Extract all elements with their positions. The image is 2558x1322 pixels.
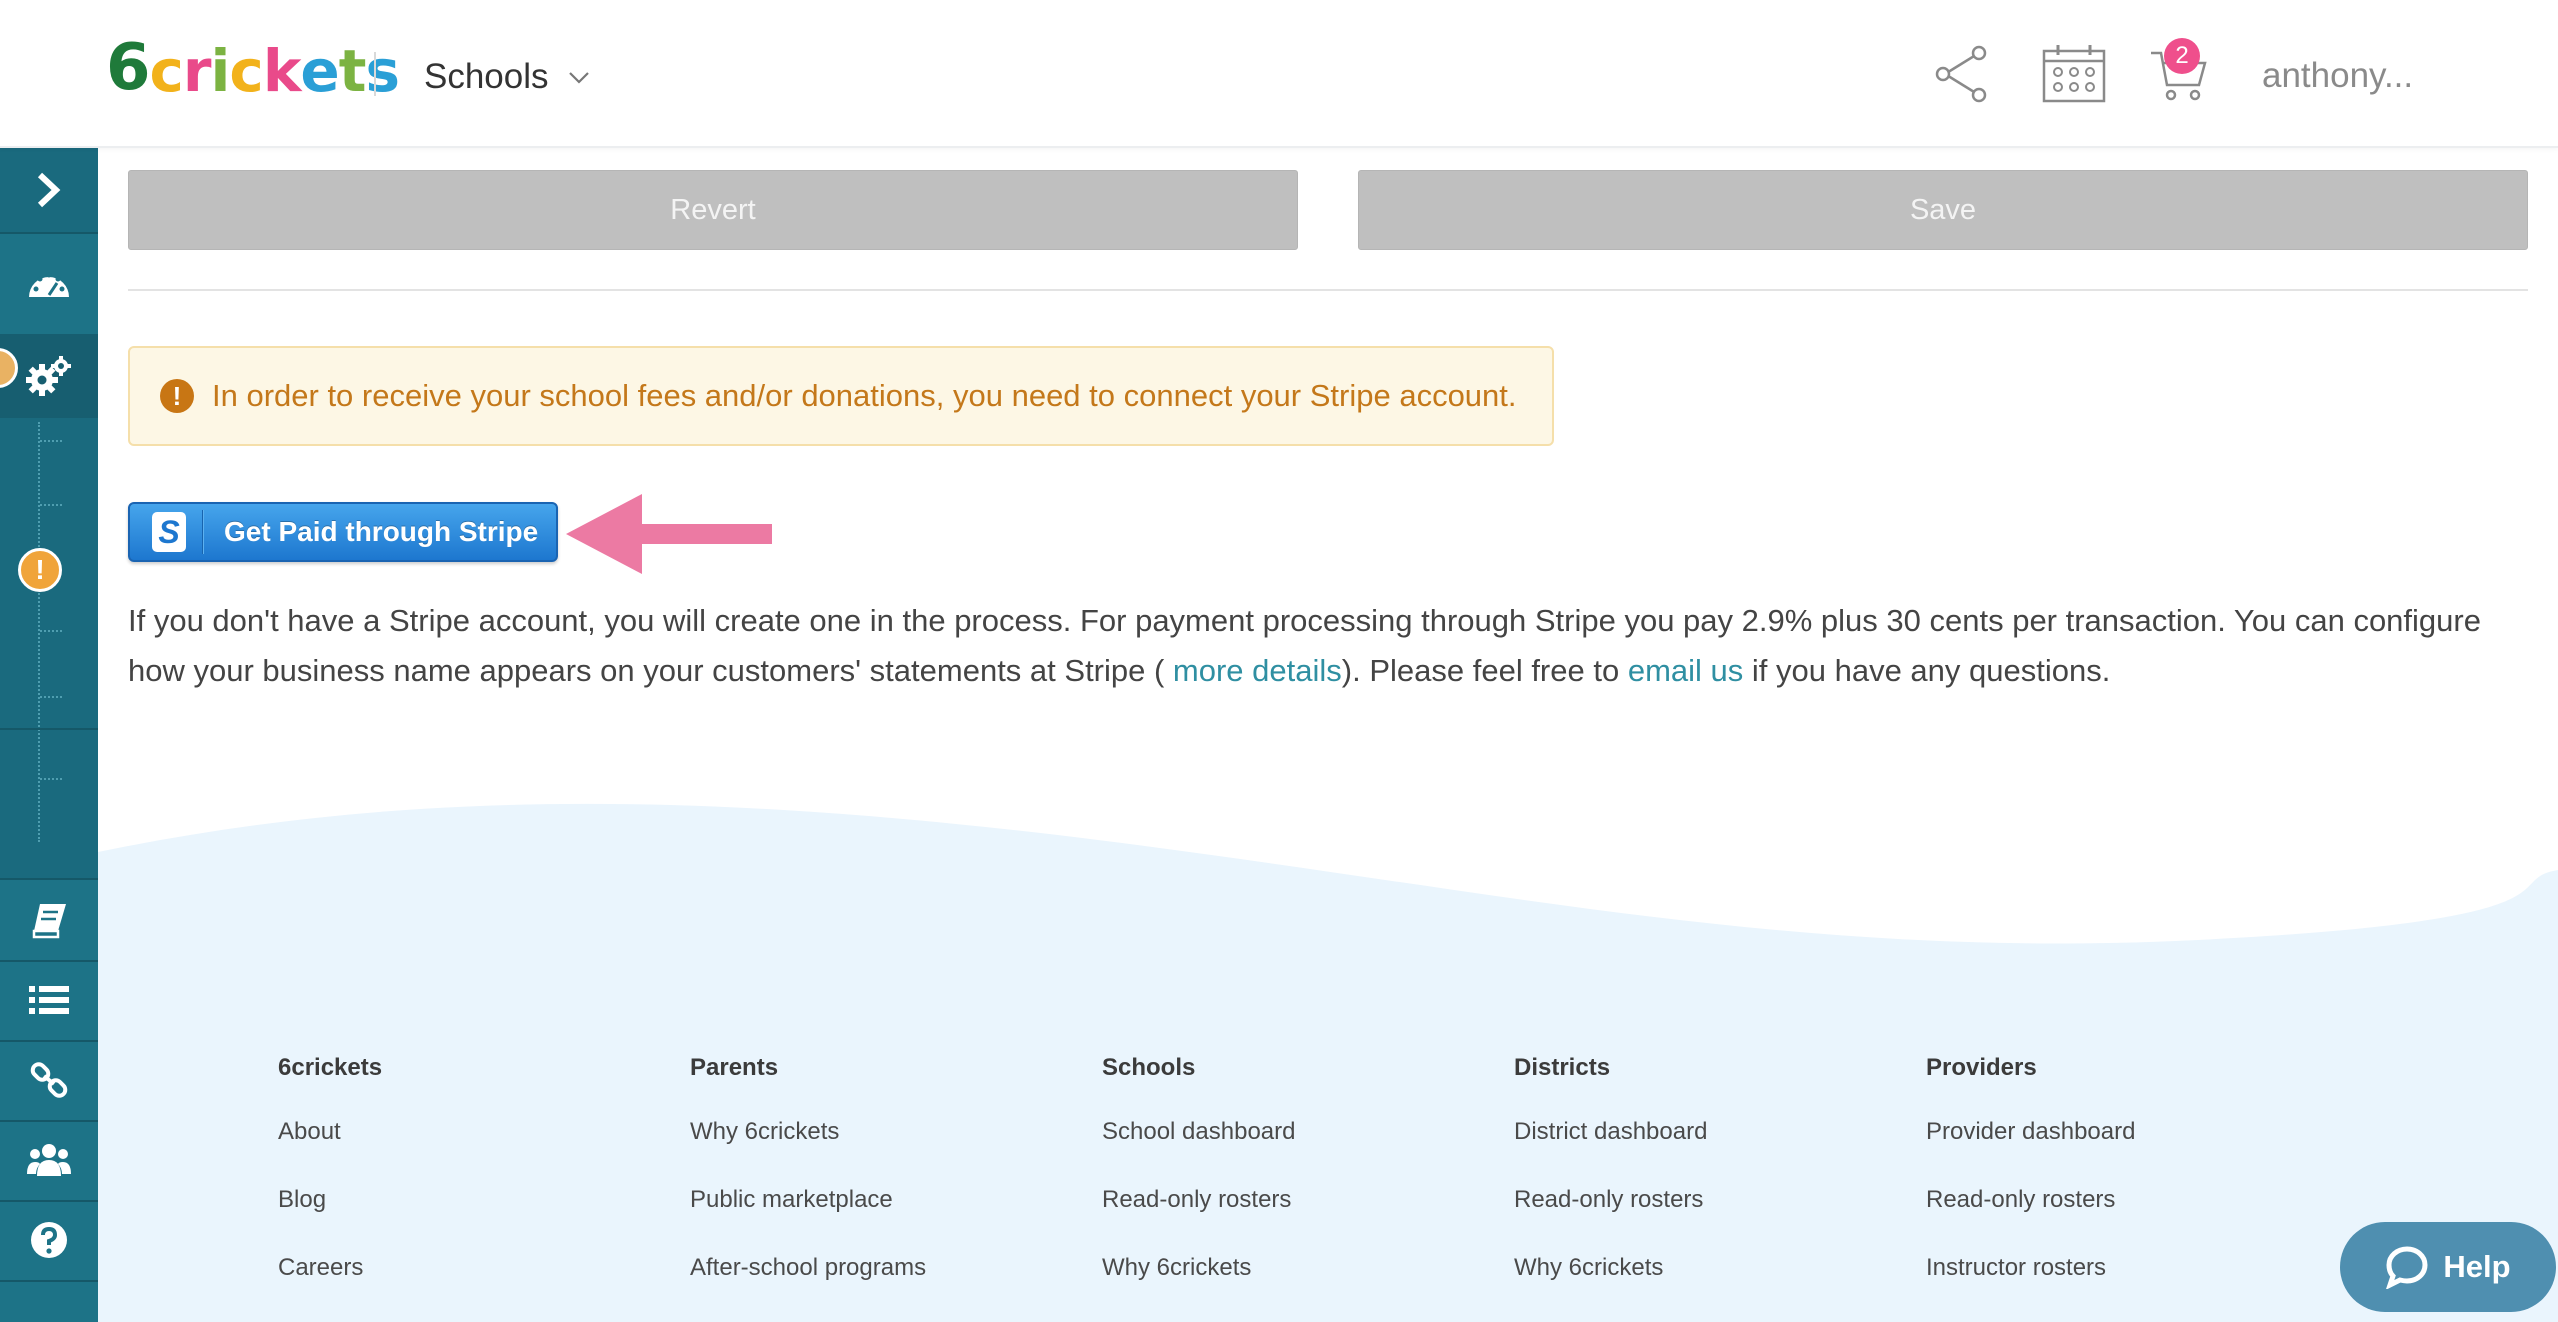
stripe-logo-icon: S [152,512,186,552]
sidebar-toggle[interactable] [0,148,98,232]
book-icon [32,904,66,939]
top-header: 6crickets Schools 2 anthony... [0,0,2558,148]
subnav-branch [40,440,62,442]
footer-column: 6crickets About Blog Careers [278,1054,382,1302]
sidebar-divider [0,1280,98,1282]
footer-heading: 6crickets [278,1054,383,1081]
more-details-link[interactable]: more details [1173,653,1342,688]
logo-letter: e [300,37,339,105]
stripe-warning-alert: ! In order to receive your school fees a… [128,346,1554,446]
sidebar-item-links[interactable] [0,1042,98,1118]
subnav-branch [40,778,62,780]
footer-heading: Districts [1514,1054,1611,1081]
footer-link[interactable]: District dashboard [1514,1098,1707,1166]
footer-link[interactable]: Read-only rosters [1102,1166,1295,1234]
left-sidebar: ! [0,148,98,1322]
brand-logo[interactable]: 6crickets [106,31,400,105]
subnav-alert-icon[interactable]: ! [18,548,62,592]
sidebar-item-help[interactable] [0,1202,98,1278]
info-text-part: if you have any questions. [1743,653,2111,688]
footer-column: Schools School dashboard Read-only rosters… [1102,1054,1295,1302]
logo-letter: s [365,37,400,105]
logo-letter: t [338,37,367,105]
settings-icon [26,356,71,396]
subnav-branch [40,630,62,632]
footer-link[interactable]: Why 6crickets [1102,1234,1295,1302]
user-menu[interactable]: anthony... [2262,56,2413,96]
context-dropdown[interactable]: Schools [424,52,591,102]
footer-link[interactable]: Read-only rosters [1926,1166,2135,1234]
email-us-link[interactable]: email us [1628,653,1743,688]
share-icon[interactable] [1928,40,1996,108]
sidebar-item-dashboard[interactable] [0,244,98,320]
subnav-branch [40,504,62,506]
help-icon [31,1222,67,1258]
footer-link[interactable]: Why 6crickets [690,1098,926,1166]
footer-link[interactable]: Provider dashboard [1926,1098,2135,1166]
logo-letter: r [182,37,212,105]
chat-bubble-icon [2386,1246,2428,1289]
footer-link[interactable]: Blog [278,1166,382,1234]
link-icon [30,1062,68,1098]
chevron-right-icon [37,172,61,208]
save-button[interactable]: Save [1358,170,2528,250]
section-divider [128,289,2528,291]
sidebar-item-list[interactable] [0,962,98,1038]
footer-column: Providers Provider dashboard Read-only ros… [1926,1054,2135,1302]
stripe-info-text: If you don't have a Stripe account, you … [128,596,2528,696]
sidebar-item-programs[interactable] [0,882,98,958]
footer-background [98,803,2558,1322]
footer-link[interactable]: Instructor rosters [1926,1234,2135,1302]
footer-heading: Schools [1102,1054,1196,1081]
logo-letter: c [149,37,184,105]
exclamation-icon: ! [160,379,194,413]
subnav-branch [40,696,62,698]
header-divider [374,52,376,96]
dashboard-icon [29,272,69,297]
stripe-button-label: Get Paid through Stripe [224,516,539,547]
list-icon [29,986,69,1014]
footer-link[interactable]: About [278,1098,382,1166]
footer-link[interactable]: Read-only rosters [1514,1166,1707,1234]
help-chat-button[interactable]: Help [2340,1222,2556,1312]
footer-link[interactable]: Public marketplace [690,1166,926,1234]
stripe-connect-button[interactable]: S Get Paid through Stripe [128,502,558,562]
sidebar-divider [0,728,98,730]
users-icon [27,1144,71,1176]
footer-column: Districts District dashboard Read-only ros… [1514,1054,1707,1302]
footer-heading: Providers [1926,1054,2037,1081]
footer-heading: Parents [690,1054,779,1081]
info-text-part: ). Please feel free to [1341,653,1628,688]
help-label: Help [2443,1249,2511,1284]
footer-link[interactable]: After-school programs [690,1234,926,1302]
logo-letter: k [262,37,302,105]
footer-link[interactable]: Careers [278,1234,382,1302]
context-label: Schools [424,57,549,96]
cart-count-badge: 2 [2164,38,2200,74]
sidebar-divider [0,232,98,234]
stripe-button-divider [202,510,204,554]
alert-message: In order to receive your school fees and… [212,378,1517,413]
footer-link[interactable]: School dashboard [1102,1098,1295,1166]
sidebar-item-users[interactable] [0,1122,98,1198]
footer-link[interactable]: Why 6crickets [1514,1234,1707,1302]
revert-button[interactable]: Revert [128,170,1298,250]
logo-letter: i [210,37,231,105]
calendar-icon[interactable] [2040,40,2108,108]
logo-letter: c [229,37,263,105]
pointer-arrow-icon [566,494,772,574]
page: 6crickets Schools 2 anthony... ! Revert … [0,0,2558,1322]
footer-column: Parents Why 6crickets Public marketplace Af… [690,1054,926,1302]
settings-subnav [0,412,98,878]
logo-letter: 6 [106,31,151,105]
chevron-down-icon [568,72,589,84]
sidebar-divider [0,878,98,880]
